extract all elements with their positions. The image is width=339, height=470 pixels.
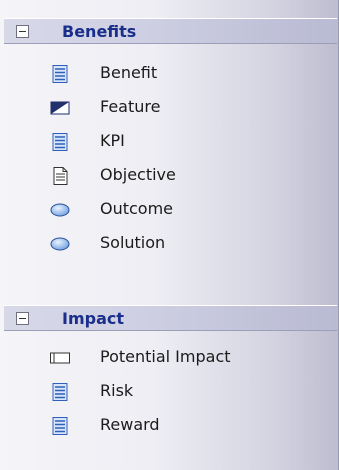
toolbox-item-feature[interactable]: Feature	[0, 90, 339, 124]
toolbox-item-kpi[interactable]: KPI	[0, 124, 339, 158]
toolbox-item-benefit[interactable]: Benefit	[0, 56, 339, 90]
toolbox-item-label: Benefit	[100, 63, 158, 82]
list-element-icon	[52, 133, 68, 151]
list-element-icon	[52, 65, 68, 83]
toolbox-item-potential-impact[interactable]: Potential Impact	[0, 340, 339, 374]
toolbox-item-label: Reward	[100, 415, 160, 434]
toolbox-item-label: Outcome	[100, 199, 174, 218]
toolbox-item-objective[interactable]: Objective	[0, 158, 339, 192]
list-element-icon	[52, 383, 68, 401]
list-element-icon	[52, 417, 68, 435]
impact-icon	[50, 352, 70, 364]
toolbox-item-reward[interactable]: Reward	[0, 408, 339, 442]
toolbox-item-label: Solution	[100, 233, 166, 252]
toolbox-item-label: Risk	[100, 381, 134, 400]
section-title: Impact	[62, 309, 125, 328]
toolbox-item-solution[interactable]: Solution	[0, 226, 339, 260]
toolbox-item-outcome[interactable]: Outcome	[0, 192, 339, 226]
toolbox-item-label: Objective	[100, 165, 176, 184]
ellipse-icon	[50, 237, 70, 251]
toolbox-item-risk[interactable]: Risk	[0, 374, 339, 408]
ellipse-icon	[50, 203, 70, 217]
collapse-icon[interactable]	[16, 25, 29, 38]
section-title: Benefits	[62, 22, 137, 41]
collapse-icon[interactable]	[16, 312, 29, 325]
toolbox-item-label: Feature	[100, 97, 161, 116]
feature-icon	[50, 101, 70, 115]
document-icon	[53, 167, 68, 185]
toolbox-panel: Benefits Benefit Feature KPI Objective O…	[0, 0, 339, 470]
toolbox-item-label: Potential Impact	[100, 347, 231, 366]
section-header-impact[interactable]: Impact	[4, 305, 337, 331]
section-header-benefits[interactable]: Benefits	[4, 18, 337, 44]
toolbox-item-label: KPI	[100, 131, 125, 150]
